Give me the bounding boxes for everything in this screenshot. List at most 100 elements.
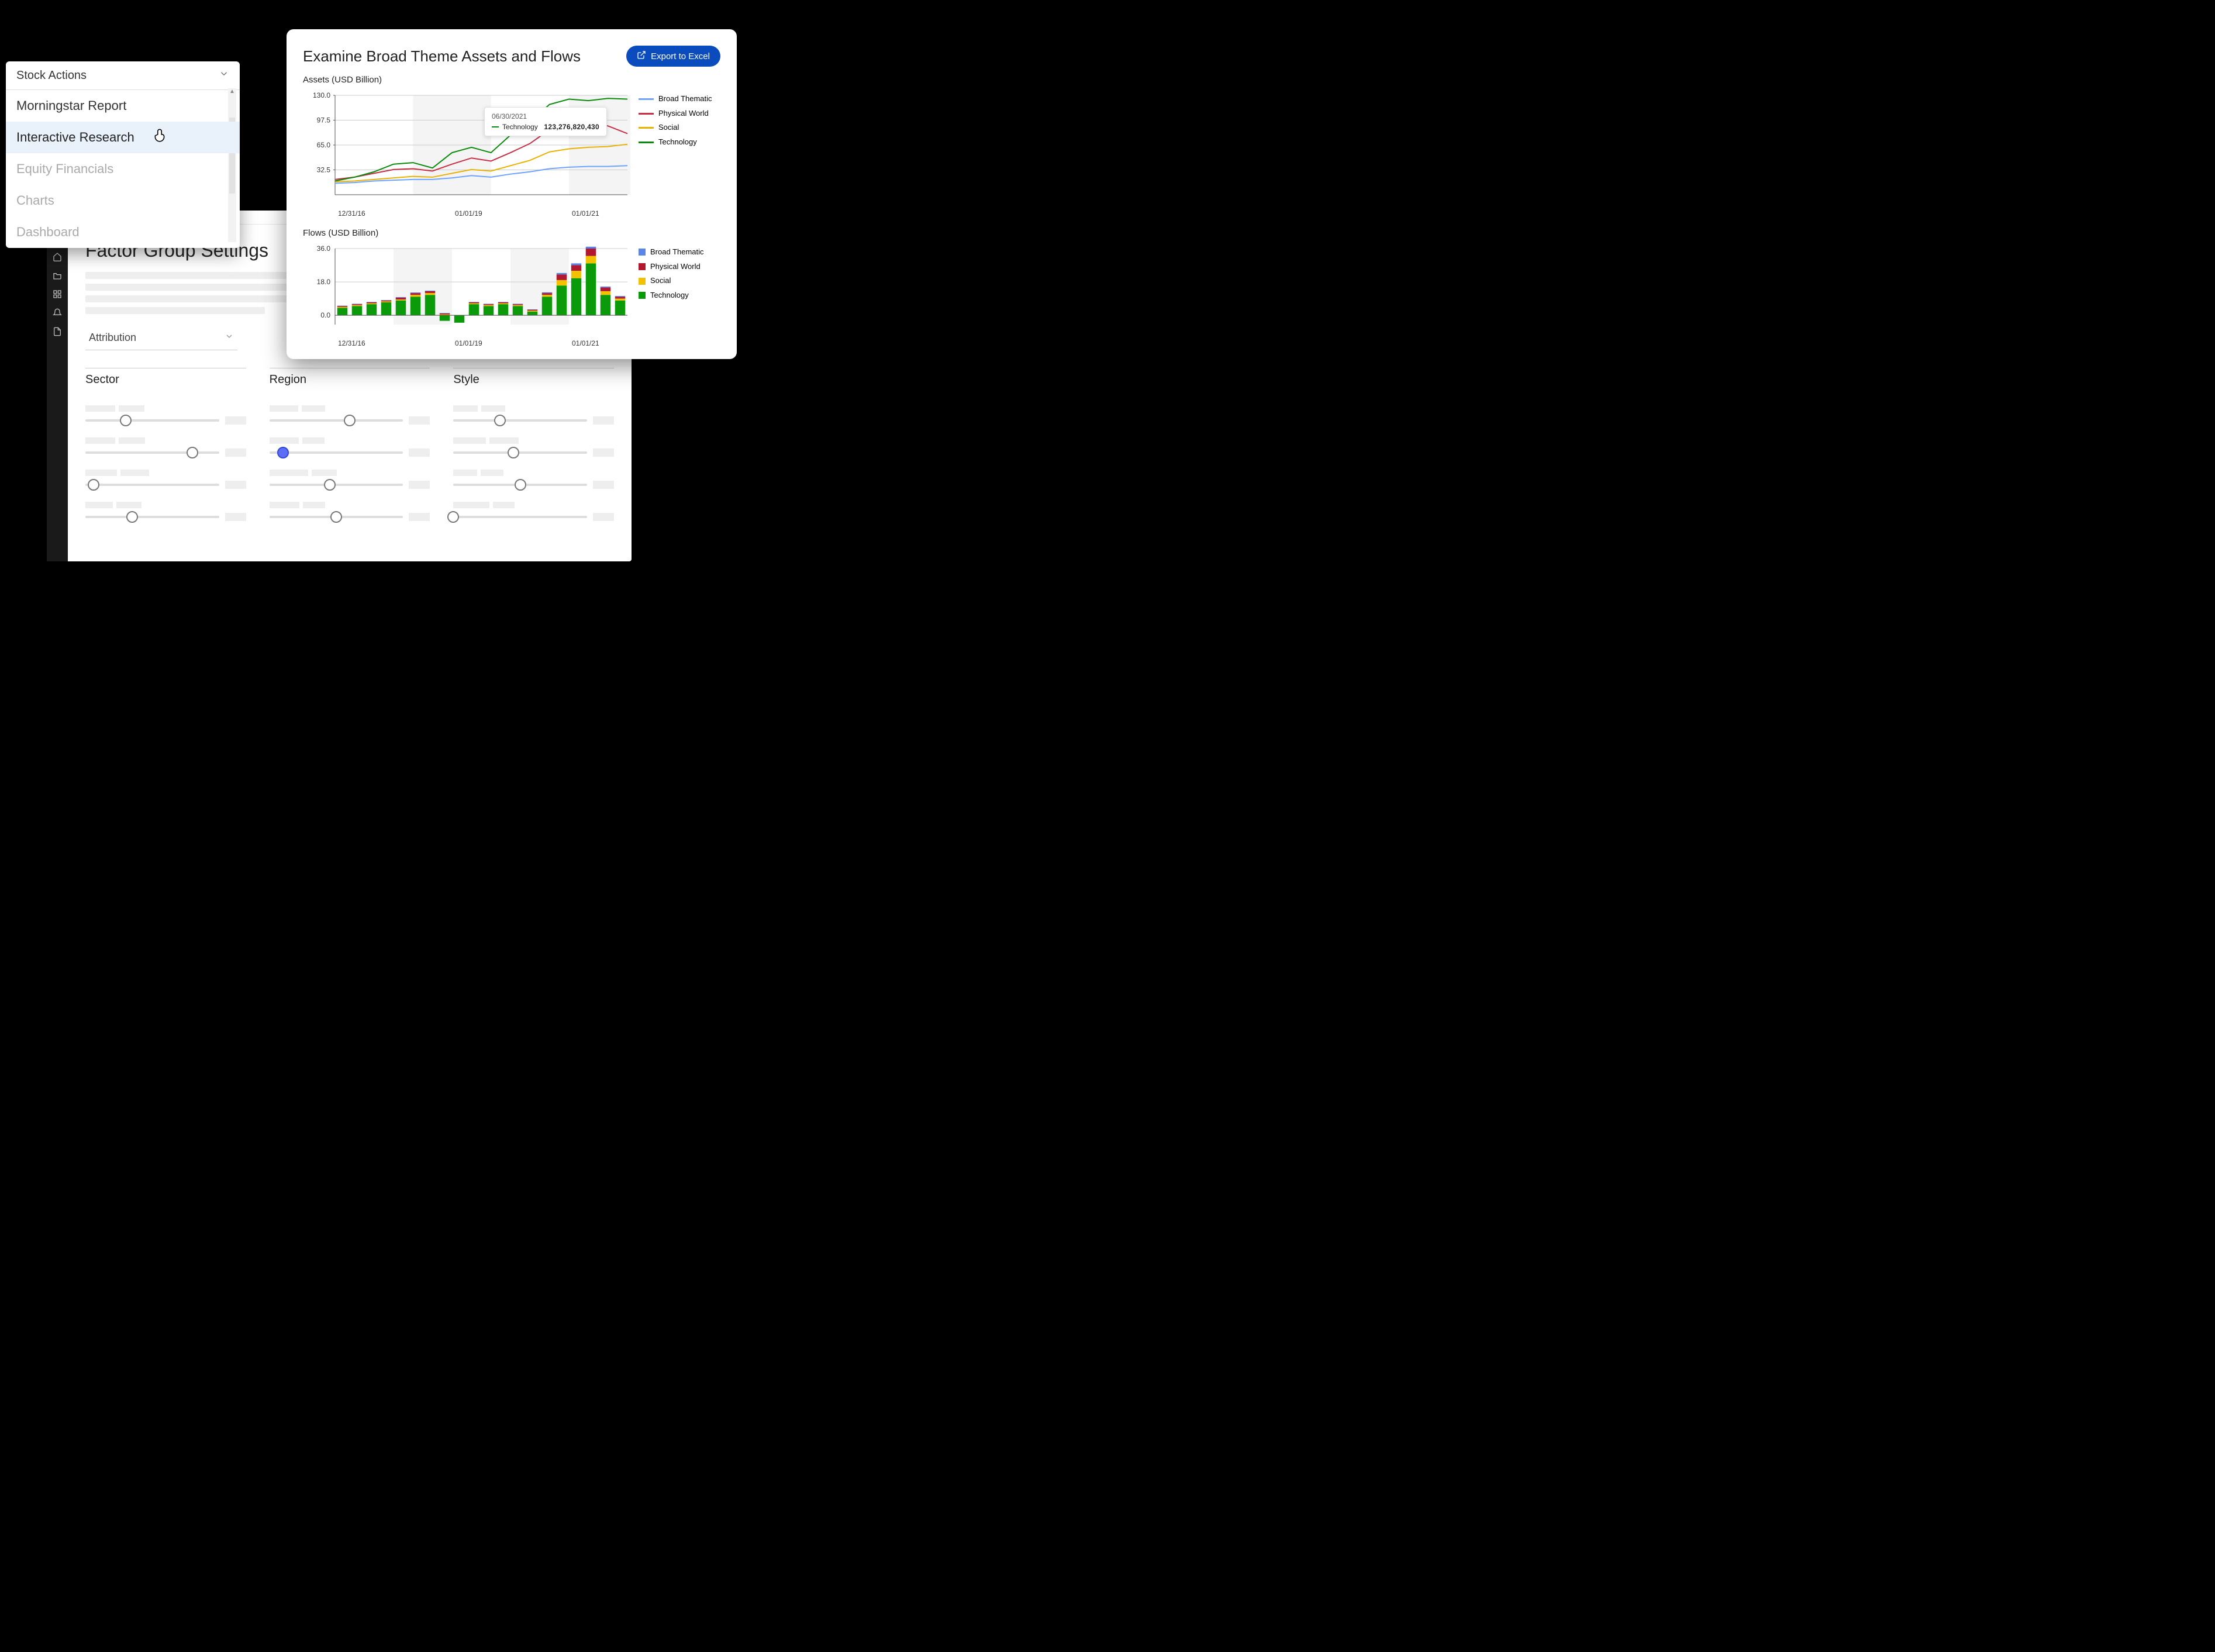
- legend-swatch: [639, 142, 654, 143]
- home-icon[interactable]: [52, 251, 63, 262]
- factor-column-region: Region: [270, 368, 430, 527]
- legend-item: Technology: [639, 135, 712, 150]
- chevron-down-icon: [219, 68, 229, 82]
- stock-actions-item[interactable]: Interactive Research: [6, 122, 240, 153]
- panel-title: Examine Broad Theme Assets and Flows: [303, 47, 581, 65]
- flows-chart-title: Flows (USD Billion): [303, 228, 720, 238]
- stock-actions-item[interactable]: Equity Financials: [6, 153, 240, 185]
- factor-column-sector: Sector: [85, 368, 246, 527]
- flows-x-axis: 12/31/16 01/01/19 01/01/21: [303, 339, 720, 347]
- tooltip-series-swatch: [492, 126, 499, 127]
- slider-knob[interactable]: [324, 479, 336, 491]
- svg-text:36.0: 36.0: [317, 244, 331, 253]
- factor-slider[interactable]: [270, 502, 430, 521]
- legend-item: Broad Thematic: [639, 92, 712, 106]
- assets-chart-title: Assets (USD Billion): [303, 75, 720, 85]
- tooltip-date: 06/30/2021: [492, 112, 599, 120]
- assets-legend: Broad ThematicPhysical WorldSocialTechno…: [639, 89, 712, 209]
- grid-icon[interactable]: [52, 289, 63, 299]
- legend-swatch: [639, 127, 654, 129]
- legend-label: Social: [658, 120, 679, 135]
- export-icon: [637, 50, 646, 62]
- factor-column-style: Style: [453, 368, 614, 527]
- export-excel-button[interactable]: Export to Excel: [626, 46, 720, 67]
- slider-knob[interactable]: [187, 447, 198, 458]
- legend-label: Physical World: [658, 106, 709, 121]
- chart-tooltip: 06/30/2021 Technology 123,276,820,430: [484, 107, 607, 136]
- slider-knob[interactable]: [330, 511, 342, 523]
- factor-slider[interactable]: [453, 470, 614, 489]
- legend-swatch: [639, 263, 646, 270]
- export-button-label: Export to Excel: [651, 51, 710, 61]
- attribution-select-label: Attribution: [89, 332, 136, 344]
- svg-text:32.5: 32.5: [317, 166, 331, 174]
- factor-slider[interactable]: [270, 470, 430, 489]
- stock-actions-item[interactable]: Dashboard: [6, 216, 240, 248]
- folder-icon[interactable]: [52, 270, 63, 281]
- factor-slider[interactable]: [85, 405, 246, 425]
- factor-slider[interactable]: [85, 470, 246, 489]
- legend-label: Social: [650, 274, 671, 288]
- x-tick: 01/01/21: [572, 339, 720, 347]
- x-tick: 01/01/21: [572, 209, 720, 218]
- document-icon[interactable]: [52, 326, 63, 337]
- slider-knob[interactable]: [515, 479, 526, 491]
- x-tick: 12/31/16: [338, 339, 455, 347]
- chevron-down-icon: [225, 332, 234, 344]
- assets-line-chart: 32.5 65.0 97.5 130.0 06/30/2021 Technology …: [303, 89, 630, 209]
- flows-legend: Broad ThematicPhysical WorldSocialTechno…: [639, 243, 704, 339]
- slider-knob[interactable]: [508, 447, 519, 458]
- x-tick: 01/01/19: [455, 209, 572, 218]
- svg-text:97.5: 97.5: [317, 116, 331, 125]
- legend-swatch: [639, 249, 646, 256]
- stock-actions-title: Stock Actions: [16, 69, 87, 82]
- slider-knob[interactable]: [277, 447, 289, 458]
- legend-label: Broad Thematic: [650, 245, 704, 260]
- bell-icon[interactable]: [52, 308, 63, 318]
- factor-slider[interactable]: [85, 502, 246, 521]
- slider-knob[interactable]: [344, 415, 356, 426]
- legend-label: Physical World: [650, 260, 701, 274]
- slider-knob[interactable]: [88, 479, 99, 491]
- factor-slider[interactable]: [85, 437, 246, 457]
- legend-label: Technology: [658, 135, 697, 150]
- legend-item: Physical World: [639, 260, 704, 274]
- legend-swatch: [639, 292, 646, 299]
- stock-actions-item[interactable]: Morningstar Report: [6, 90, 240, 122]
- cursor-icon: [152, 127, 167, 147]
- svg-text:0.0: 0.0: [320, 311, 330, 319]
- factor-column-header: Sector: [85, 368, 246, 392]
- x-tick: 12/31/16: [338, 209, 455, 218]
- svg-text:65.0: 65.0: [317, 141, 331, 149]
- legend-label: Broad Thematic: [658, 92, 712, 106]
- legend-item: Social: [639, 274, 704, 288]
- stock-actions-header[interactable]: Stock Actions: [6, 61, 240, 90]
- theme-assets-flows-panel: Examine Broad Theme Assets and Flows Exp…: [287, 29, 737, 359]
- slider-knob[interactable]: [494, 415, 506, 426]
- x-tick: 01/01/19: [455, 339, 572, 347]
- legend-item: Broad Thematic: [639, 245, 704, 260]
- stock-actions-panel: Stock Actions ▲ Morningstar ReportIntera…: [6, 61, 240, 248]
- svg-text:18.0: 18.0: [317, 278, 331, 286]
- factor-slider[interactable]: [453, 437, 614, 457]
- factor-column-header: Region: [270, 368, 430, 392]
- factor-slider[interactable]: [270, 437, 430, 457]
- slider-knob[interactable]: [120, 415, 132, 426]
- factor-column-header: Style: [453, 368, 614, 392]
- tooltip-series-name: Technology: [502, 123, 538, 131]
- legend-swatch: [639, 98, 654, 100]
- tooltip-value: 123,276,820,430: [544, 123, 599, 131]
- legend-item: Social: [639, 120, 712, 135]
- attribution-select[interactable]: Attribution: [85, 326, 237, 350]
- legend-swatch: [639, 278, 646, 285]
- slider-knob[interactable]: [126, 511, 138, 523]
- legend-item: Physical World: [639, 106, 712, 121]
- legend-item: Technology: [639, 288, 704, 303]
- flows-bar-chart: 0.0 18.0 36.0: [303, 243, 630, 339]
- factor-slider[interactable]: [453, 405, 614, 425]
- factor-slider[interactable]: [453, 502, 614, 521]
- factor-slider[interactable]: [270, 405, 430, 425]
- svg-text:130.0: 130.0: [313, 91, 330, 99]
- slider-knob[interactable]: [447, 511, 459, 523]
- stock-actions-item[interactable]: Charts: [6, 185, 240, 216]
